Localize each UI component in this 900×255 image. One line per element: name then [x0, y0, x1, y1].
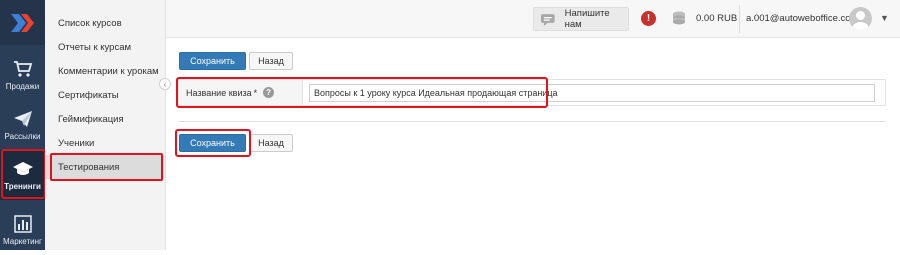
- quiz-name-label: Название квиза: [186, 87, 252, 98]
- submenu-item-lesson-comments[interactable]: Комментарии к урокам: [45, 59, 164, 83]
- form-divider: [178, 121, 886, 122]
- rail-item-label: Тренинги: [4, 181, 41, 191]
- paper-plane-icon: [13, 110, 32, 127]
- user-email[interactable]: a.001@autoweboffice.com: [746, 13, 858, 24]
- submenu-item-label: Геймификация: [58, 113, 124, 125]
- submenu-item-students[interactable]: Ученики: [45, 131, 164, 155]
- contact-us-button[interactable]: Напишите нам: [533, 7, 629, 31]
- submenu-item-testing[interactable]: Тестирования: [45, 155, 164, 179]
- bar-chart-icon: [13, 214, 32, 233]
- alert-icon[interactable]: !: [641, 11, 656, 26]
- collapse-sidebar-toggle[interactable]: ‹: [159, 78, 171, 90]
- save-label: Сохранить: [190, 138, 235, 148]
- rail-item-label: Маркетинг: [3, 236, 42, 246]
- chevron-left-icon: ‹: [163, 79, 167, 89]
- topbar-separator: [739, 5, 740, 33]
- quiz-name-label-cell: Название квиза * ?: [179, 80, 303, 105]
- submenu-item-label: Тестирования: [58, 161, 120, 173]
- required-mark: *: [253, 87, 258, 98]
- app-logo[interactable]: [0, 0, 45, 45]
- submenu-item-label: Сертификаты: [58, 89, 119, 101]
- back-label: Назад: [258, 56, 284, 66]
- save-button-bottom[interactable]: Сохранить: [179, 134, 246, 152]
- submenu-item-certificates[interactable]: Сертификаты: [45, 83, 164, 107]
- submenu-item-label: Ученики: [58, 137, 95, 149]
- avatar[interactable]: [849, 7, 872, 30]
- top-bar: Напишите нам ! 0.00 RUB a.001@autoweboff…: [166, 0, 900, 38]
- back-label: Назад: [258, 138, 284, 148]
- graduation-cap-icon: [12, 161, 33, 175]
- rail-item-marketing[interactable]: Маркетинг: [0, 205, 45, 255]
- rail-item-mailings[interactable]: Рассылки: [0, 100, 45, 150]
- rail-item-trainings[interactable]: Тренинги: [0, 150, 45, 200]
- main-nav-rail: Продажи Рассылки Тренинги Маркетинг: [0, 0, 45, 250]
- balance-amount[interactable]: 0.00 RUB: [696, 13, 737, 24]
- help-icon[interactable]: ?: [263, 87, 275, 98]
- submenu-item-gamification[interactable]: Геймификация: [45, 107, 164, 131]
- cart-icon: [13, 60, 32, 77]
- user-silhouette-icon: [852, 11, 869, 30]
- save-button-top[interactable]: Сохранить: [179, 52, 246, 70]
- alert-glyph: !: [646, 13, 651, 24]
- chevron-down-icon[interactable]: ▼: [880, 13, 889, 23]
- save-label: Сохранить: [190, 56, 235, 66]
- back-button-bottom[interactable]: Назад: [249, 134, 293, 152]
- rail-item-label: Рассылки: [4, 131, 41, 141]
- quiz-name-input[interactable]: [309, 84, 875, 102]
- quiz-name-row: Название квиза * ?: [178, 79, 886, 106]
- submenu-item-label: Список курсов: [58, 17, 122, 29]
- submenu-item-course-reports[interactable]: Отчеты к курсам: [45, 35, 164, 59]
- chat-icon: [540, 13, 555, 26]
- submenu-item-course-list[interactable]: Список курсов: [45, 11, 164, 35]
- back-button-top[interactable]: Назад: [249, 52, 293, 70]
- logo-chevrons-icon: [10, 13, 34, 32]
- trainings-submenu: Список курсов Отчеты к курсам Комментари…: [45, 0, 166, 250]
- rail-item-sales[interactable]: Продажи: [0, 50, 45, 100]
- rail-item-label: Продажи: [5, 81, 40, 91]
- submenu-item-label: Комментарии к урокам: [58, 65, 159, 77]
- help-glyph: ?: [266, 88, 272, 97]
- coins-icon: [673, 11, 685, 25]
- contact-us-label: Напишите нам: [564, 8, 610, 30]
- submenu-item-label: Отчеты к курсам: [58, 41, 132, 53]
